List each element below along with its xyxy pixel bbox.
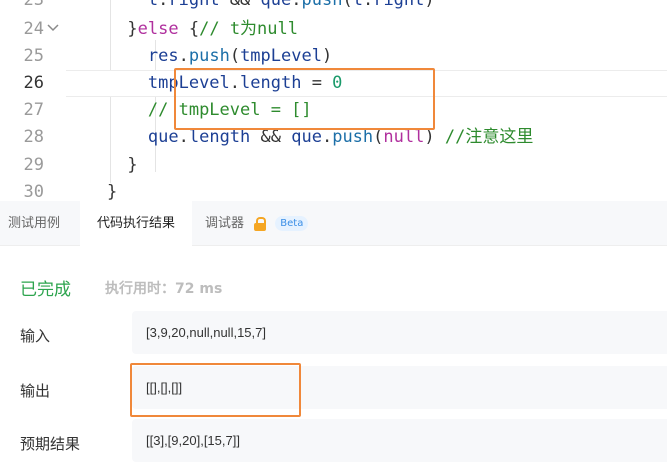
code-token: } <box>127 155 138 175</box>
code-token: } <box>106 182 118 201</box>
code-text: tmpLevel.length = 0 <box>66 70 343 97</box>
code-token: { <box>178 19 200 39</box>
line-number: 27 <box>23 100 44 120</box>
code-line[interactable]: 23 t.right && que.push(t.right) <box>0 0 667 14</box>
expected-label: 预期结果 <box>20 435 81 453</box>
chevron-down-icon[interactable] <box>46 16 60 43</box>
code-token: que <box>291 127 322 147</box>
line-number: 28 <box>23 127 44 147</box>
code-token: . <box>178 127 189 147</box>
code-line[interactable]: 27 // tmpLevel = [] <box>0 97 667 124</box>
code-token: null <box>383 127 425 147</box>
line-number: 30 <box>23 182 44 201</box>
line-number: 23 <box>23 0 44 10</box>
input-value: [3,9,20,null,null,15,7] <box>146 325 266 340</box>
code-token: length <box>188 127 251 147</box>
code-token: tmpLevel <box>240 46 322 66</box>
code-token: . <box>178 46 189 66</box>
code-editor[interactable]: 23 t.right && que.push(t.right) 24 }else… <box>0 0 667 201</box>
line-number: 25 <box>23 46 44 66</box>
code-text: res.push(tmpLevel) <box>66 43 332 70</box>
code-text: }else {// t为null <box>66 16 298 43</box>
code-text: t.right && que.push(t.right) <box>66 0 435 14</box>
code-token: ) <box>424 127 445 147</box>
code-token: . <box>158 0 169 10</box>
code-text: } <box>66 179 117 201</box>
code-token: && <box>219 0 261 10</box>
code-token: //注意这里 <box>444 127 534 147</box>
code-token: right <box>373 0 425 10</box>
code-token: que <box>260 0 292 10</box>
beta-badge: Beta <box>275 216 309 231</box>
code-token: // tmpLevel = [] <box>147 100 312 120</box>
output-value-box[interactable]: [[],[],[]] <box>132 366 667 409</box>
line-number: 29 <box>23 155 44 175</box>
status-text: 已完成 <box>20 280 71 300</box>
code-token: . <box>321 127 333 147</box>
code-line-current[interactable]: 26 tmpLevel.length = 0 <box>0 70 667 97</box>
output-label: 输出 <box>20 382 51 400</box>
code-token: push <box>301 0 343 10</box>
code-token: ( <box>229 46 241 66</box>
code-token: que <box>147 127 179 147</box>
output-value: [[],[],[]] <box>146 380 183 395</box>
code-text: que.length && que.push(null) //注意这里 <box>66 124 533 151</box>
tab-test-cases[interactable]: 测试用例 <box>0 201 80 246</box>
code-token: t <box>352 0 363 10</box>
code-token: tmpLevel <box>147 73 230 93</box>
runtime-text: 执行用时：72 ms <box>105 281 223 297</box>
expected-value-box[interactable]: [[3],[9,20],[15,7]] <box>132 419 667 462</box>
code-token: . <box>362 0 374 10</box>
tab-run-result[interactable]: 代码执行结果 <box>80 201 192 246</box>
code-token: 0 <box>332 73 343 93</box>
tab-debugger[interactable]: 调试器 Beta <box>205 201 335 246</box>
code-token: // t为null <box>199 19 298 39</box>
code-text: } <box>66 152 138 179</box>
code-token: t <box>147 0 159 10</box>
code-token: right <box>168 0 220 10</box>
code-line[interactable]: 29 } <box>0 152 667 179</box>
code-token: ( <box>342 0 353 10</box>
code-token: ) <box>321 46 333 66</box>
code-token: = <box>301 73 333 93</box>
code-token: } <box>127 19 138 39</box>
code-token: else <box>137 19 179 39</box>
code-token: push <box>188 46 230 66</box>
code-token: length <box>240 73 302 93</box>
line-number: 26 <box>23 73 44 93</box>
result-tab-bar: 测试用例 代码执行结果 调试器 Beta <box>0 201 667 246</box>
code-token: && <box>250 127 292 147</box>
expected-value: [[3],[9,20],[15,7]] <box>146 433 240 448</box>
input-value-box[interactable]: [3,9,20,null,null,15,7] <box>132 311 667 354</box>
code-token: ( <box>373 127 384 147</box>
code-line[interactable]: 28 que.length && que.push(null) //注意这里 <box>0 124 667 151</box>
code-token: ) <box>424 0 435 10</box>
line-number: 24 <box>23 19 44 39</box>
code-token: res <box>147 46 179 66</box>
input-label: 输入 <box>20 327 51 345</box>
tab-label: 测试用例 <box>8 216 61 231</box>
code-text: // tmpLevel = [] <box>66 97 312 124</box>
code-line[interactable]: 30 } <box>0 179 667 201</box>
tab-label: 代码执行结果 <box>96 216 175 231</box>
code-token: . <box>291 0 302 10</box>
code-line[interactable]: 25 res.push(tmpLevel) <box>0 43 667 70</box>
lock-icon <box>254 216 267 231</box>
code-line[interactable]: 24 }else {// t为null <box>0 16 667 43</box>
tab-label: 调试器 <box>205 216 245 231</box>
code-token: . <box>229 73 241 93</box>
code-token: push <box>332 127 374 147</box>
result-panel: 已完成 执行用时：72 ms 输入 [3,9,20,null,null,15,7… <box>0 246 667 475</box>
